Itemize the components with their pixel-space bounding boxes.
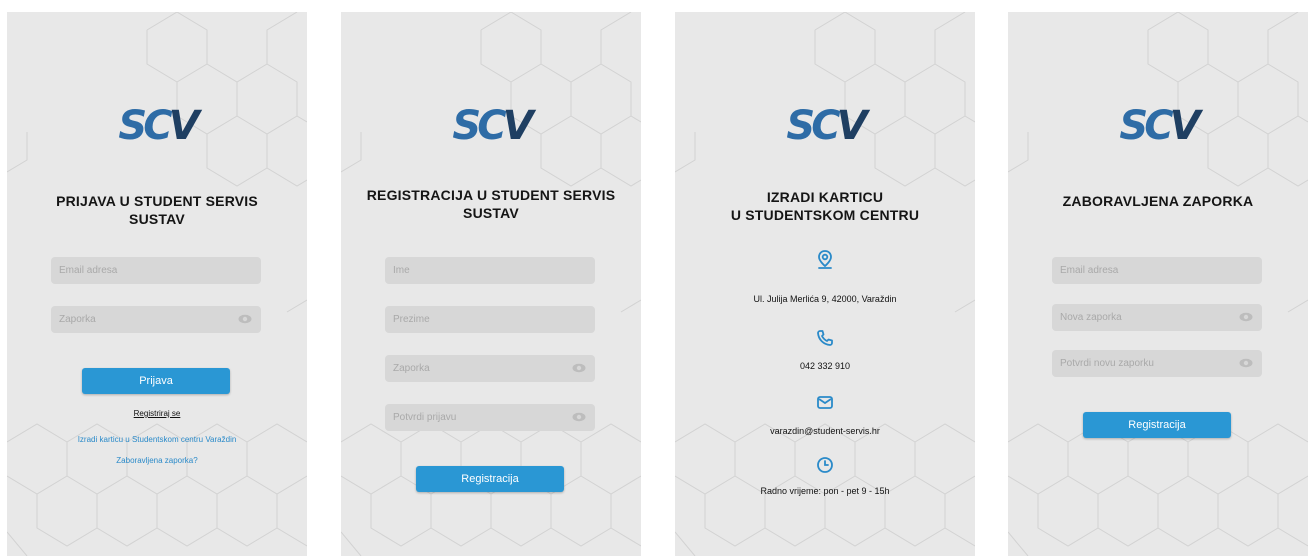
eye-icon[interactable] [572, 363, 586, 373]
eye-icon[interactable] [238, 314, 252, 324]
email-text: varazdin@student-servis.hr [770, 426, 880, 436]
background-pattern [7, 12, 307, 556]
first-name-placeholder: Ime [393, 265, 410, 276]
scv-logo: SCV [118, 103, 199, 149]
register-link[interactable]: Registriraj se [7, 409, 307, 418]
reset-button[interactable]: Registracija [1083, 412, 1231, 438]
location-icon [818, 250, 832, 269]
title-line-1: IZRADI KARTICU [766, 189, 884, 205]
password-placeholder: Zaporka [59, 314, 96, 325]
new-password-placeholder: Nova zaporka [1060, 312, 1122, 323]
email-placeholder: Email adresa [59, 265, 118, 276]
page-title: ZABORAVLJENA ZAPORKA [1062, 193, 1254, 209]
password-field[interactable]: Zaporka [385, 355, 595, 382]
hours-text: Radno vrijeme: pon - pet 9 - 15h [760, 486, 890, 496]
scv-logo: SCV [786, 103, 867, 149]
eye-icon[interactable] [572, 412, 586, 422]
last-name-placeholder: Prezime [393, 314, 430, 325]
scv-logo: SCV [1119, 103, 1200, 149]
title-line-2: U STUDENTSKOM CENTRU [730, 207, 920, 223]
forgot-password-screen: SCV ZABORAVLJENA ZAPORKA Email adresa No… [1008, 12, 1308, 556]
card-info-screen: SCV IZRADI KARTICU U STUDENTSKOM CENTRU … [675, 12, 975, 556]
confirm-password-field[interactable]: Potvrdi prijavu [385, 404, 595, 431]
confirm-new-password-field[interactable]: Potvrdi novu zaporku [1052, 350, 1262, 377]
background-pattern [1008, 12, 1308, 556]
confirm-password-placeholder: Potvrdi prijavu [393, 412, 457, 423]
login-button[interactable]: Prijava [82, 368, 230, 394]
scv-logo: SCV [452, 103, 533, 149]
new-password-field[interactable]: Nova zaporka [1052, 304, 1262, 331]
page-title: PRIJAVA U STUDENT SERVIS SUSTAV [56, 193, 258, 227]
email-field[interactable]: Email adresa [1052, 257, 1262, 284]
mail-icon [817, 396, 833, 409]
first-name-field[interactable]: Ime [385, 257, 595, 284]
confirm-new-password-placeholder: Potvrdi novu zaporku [1060, 358, 1154, 369]
address-text: Ul. Julija Merlića 9, 42000, Varaždin [753, 294, 897, 304]
register-screen: SCV REGISTRACIJA U STUDENT SERVIS SUSTAV… [341, 12, 641, 556]
clock-icon [817, 457, 833, 473]
password-field[interactable]: Zaporka [51, 306, 261, 333]
eye-icon[interactable] [1239, 312, 1253, 322]
forgot-password-link[interactable]: Zaboravljena zaporka? [7, 456, 307, 465]
eye-icon[interactable] [1239, 358, 1253, 368]
phone-text: 042 332 910 [799, 361, 851, 371]
last-name-field[interactable]: Prezime [385, 306, 595, 333]
page-title: IZRADI KARTICU U STUDENTSKOM CENTRU [695, 188, 955, 224]
page-title: REGISTRACIJA U STUDENT SERVIS SUSTAV [366, 187, 616, 221]
register-button[interactable]: Registracija [416, 466, 564, 492]
phone-icon [817, 330, 833, 346]
email-placeholder: Email adresa [1060, 265, 1119, 276]
password-placeholder: Zaporka [393, 363, 430, 374]
create-card-link[interactable]: Izradi karticu u Studentskom centru Vara… [7, 435, 307, 444]
email-field[interactable]: Email adresa [51, 257, 261, 284]
login-screen: SCV PRIJAVA U STUDENT SERVIS SUSTAV Emai… [7, 12, 307, 556]
